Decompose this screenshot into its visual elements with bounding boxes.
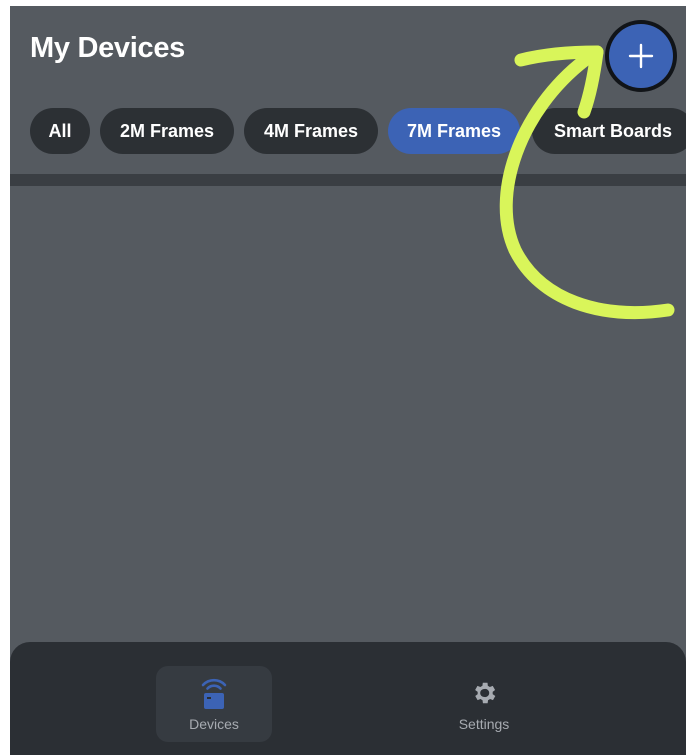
bottom-navigation: Devices Settings <box>10 642 686 755</box>
filter-chip-2m-frames[interactable]: 2M Frames <box>100 108 234 154</box>
header-divider <box>10 174 686 186</box>
plus-icon <box>628 43 654 69</box>
filter-chip-all[interactable]: All <box>30 108 90 154</box>
add-button-circle <box>609 24 673 88</box>
nav-item-devices[interactable]: Devices <box>156 666 272 742</box>
app-screen: My Devices All 2M Frames 4M Frames 7M Fr… <box>10 6 686 755</box>
filter-chip-smart-boards[interactable]: Smart Boards <box>532 108 686 154</box>
page-title: My Devices <box>30 32 185 64</box>
gear-icon <box>469 676 499 710</box>
device-list-area <box>10 186 686 642</box>
nav-item-settings[interactable]: Settings <box>426 666 542 742</box>
device-wifi-icon <box>199 676 229 710</box>
nav-label-devices: Devices <box>189 716 239 732</box>
add-device-button[interactable] <box>605 20 677 92</box>
filter-chip-7m-frames[interactable]: 7M Frames <box>388 108 520 154</box>
nav-label-settings: Settings <box>458 716 510 732</box>
filter-chip-4m-frames[interactable]: 4M Frames <box>244 108 378 154</box>
